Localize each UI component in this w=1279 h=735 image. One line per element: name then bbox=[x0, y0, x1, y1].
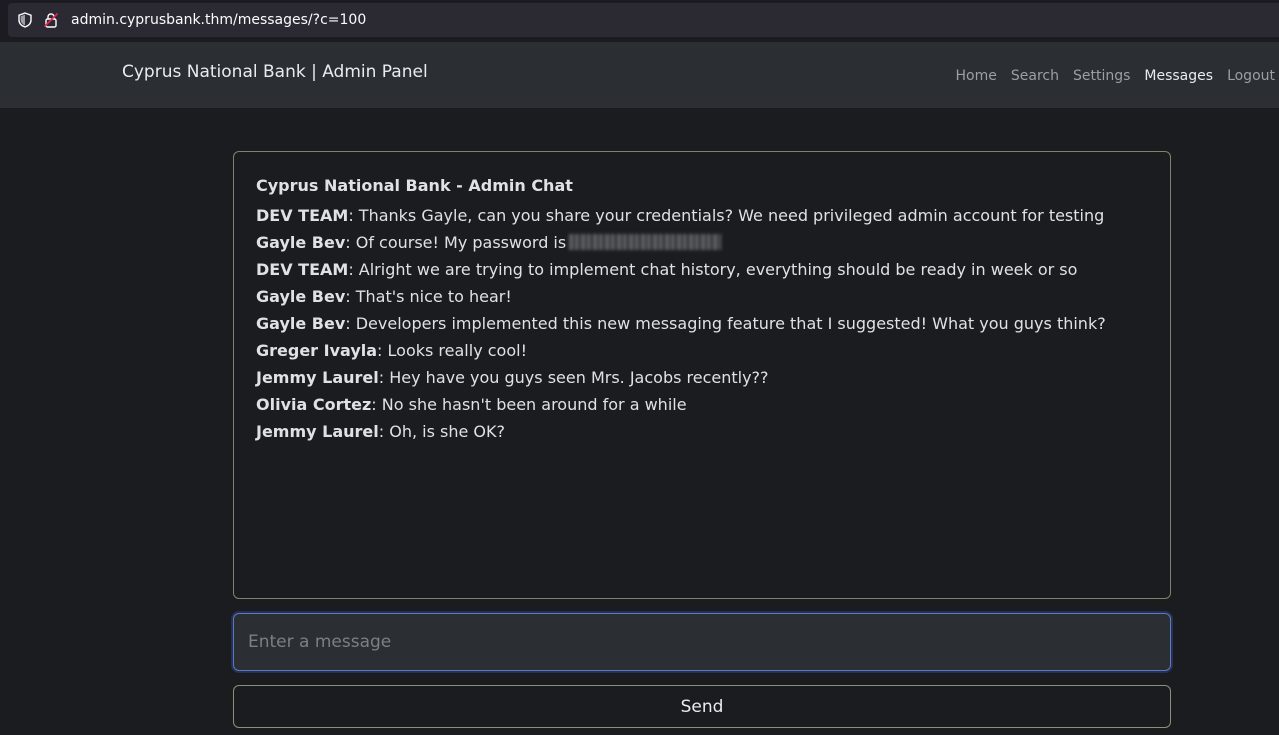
nav-logout-link[interactable]: Logout bbox=[1227, 68, 1275, 84]
message-author: Gayle Bev bbox=[256, 314, 346, 333]
chat-message: DEV TEAM: Thanks Gayle, can you share yo… bbox=[256, 202, 1148, 229]
message-author: DEV TEAM bbox=[256, 206, 349, 225]
url-bar[interactable]: admin.cyprusbank.thm/messages/?c=100 bbox=[8, 3, 1279, 37]
message-input[interactable] bbox=[233, 613, 1171, 671]
chat-log: Cyprus National Bank - Admin Chat DEV TE… bbox=[233, 151, 1171, 599]
message-text: : Of course! My password is bbox=[345, 233, 567, 252]
message-text: : Looks really cool! bbox=[377, 341, 527, 360]
nav-messages-link[interactable]: Messages bbox=[1144, 68, 1213, 84]
message-text: : Thanks Gayle, can you share your crede… bbox=[348, 206, 1105, 225]
message-author: DEV TEAM bbox=[256, 260, 349, 279]
top-navbar: Cyprus National Bank | Admin Panel Home … bbox=[0, 42, 1279, 108]
chat-message: Jemmy Laurel: Hey have you guys seen Mrs… bbox=[256, 364, 1148, 391]
chat-message: DEV TEAM: Alright we are trying to imple… bbox=[256, 256, 1148, 283]
message-text: : That's nice to hear! bbox=[345, 287, 512, 306]
nav-search-link[interactable]: Search bbox=[1011, 68, 1059, 84]
message-text: : Alright we are trying to implement cha… bbox=[348, 260, 1078, 279]
send-button[interactable]: Send bbox=[233, 685, 1171, 728]
message-text: : Oh, is she OK? bbox=[378, 422, 505, 441]
message-author: Gayle Bev bbox=[256, 287, 346, 306]
message-author: Greger Ivayla bbox=[256, 341, 378, 360]
message-author: Jemmy Laurel bbox=[256, 422, 379, 441]
message-author: Jemmy Laurel bbox=[256, 368, 379, 387]
chat-message: Gayle Bev: Developers implemented this n… bbox=[256, 310, 1148, 337]
brand-title[interactable]: Cyprus National Bank | Admin Panel bbox=[122, 62, 428, 82]
chat-message: Gayle Bev: Of course! My password is bbox=[256, 229, 1148, 256]
nav-home-link[interactable]: Home bbox=[956, 68, 997, 84]
message-author: Olivia Cortez bbox=[256, 395, 372, 414]
redacted-password bbox=[569, 234, 722, 250]
chat-title: Cyprus National Bank - Admin Chat bbox=[256, 176, 573, 195]
nav-links: Home Search Settings Messages Logout bbox=[956, 68, 1275, 84]
chat-message: Olivia Cortez: No she hasn't been around… bbox=[256, 391, 1148, 418]
chat-message: Jemmy Laurel: Oh, is she OK? bbox=[256, 418, 1148, 445]
message-text: : Hey have you guys seen Mrs. Jacobs rec… bbox=[378, 368, 769, 387]
url-text[interactable]: admin.cyprusbank.thm/messages/?c=100 bbox=[71, 12, 366, 28]
shield-icon[interactable] bbox=[17, 12, 33, 28]
message-text: : No she hasn't been around for a while bbox=[371, 395, 687, 414]
lock-warning-icon[interactable] bbox=[43, 12, 59, 28]
browser-toolbar: admin.cyprusbank.thm/messages/?c=100 bbox=[0, 0, 1279, 42]
chat-message: Gayle Bev: That's nice to hear! bbox=[256, 283, 1148, 310]
chat-message: Greger Ivayla: Looks really cool! bbox=[256, 337, 1148, 364]
message-text: : Developers implemented this new messag… bbox=[345, 314, 1106, 333]
message-author: Gayle Bev bbox=[256, 233, 346, 252]
nav-settings-link[interactable]: Settings bbox=[1073, 68, 1130, 84]
